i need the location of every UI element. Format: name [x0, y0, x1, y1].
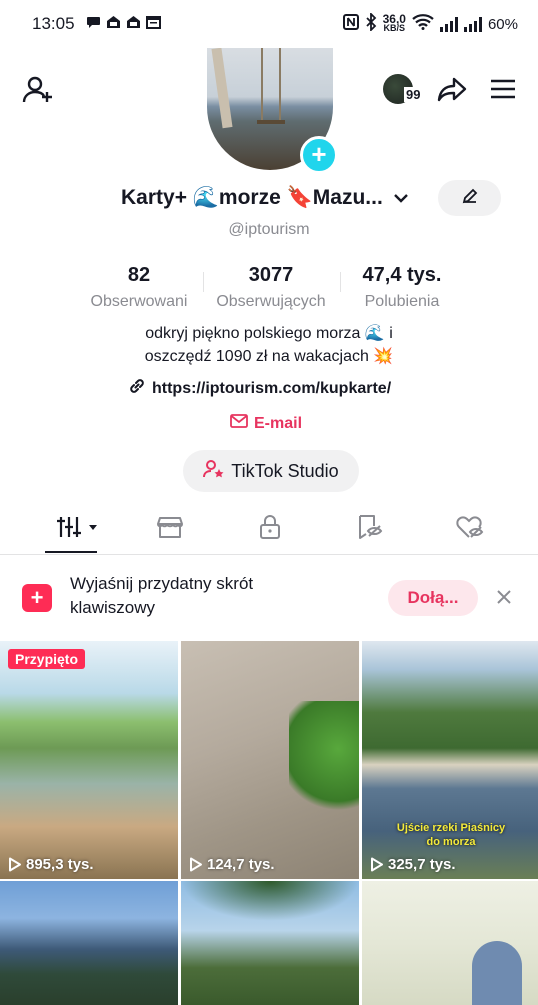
heart-eye-slash-icon [455, 514, 485, 545]
pencil-icon [461, 187, 479, 210]
close-icon[interactable] [493, 586, 515, 608]
add-avatar-plus-icon[interactable]: + [300, 136, 338, 174]
nfc-icon [342, 14, 359, 34]
pinned-badge: Przypięto [8, 649, 86, 669]
chat-bubble-icon [86, 15, 101, 29]
stat-likes-label: Polubienia [364, 293, 440, 310]
shop-icon [156, 514, 184, 545]
video-caption: Ujście rzeki Piaśnicy do morza [362, 821, 538, 849]
eye-slash-bookmark-icon [356, 514, 384, 545]
profile-name-text: Karty+ 🌊morze 🔖Mazu... [121, 186, 383, 209]
net-speed-unit: KB/S [383, 23, 406, 33]
video-thumbnail[interactable] [362, 881, 538, 1005]
liked-tab[interactable] [440, 510, 500, 548]
shop-tab[interactable] [140, 510, 200, 548]
play-icon [190, 857, 202, 872]
network-speed: 36,0 KB/S [383, 13, 406, 33]
stat-followers-label: Obserwujących [216, 293, 326, 310]
active-tab-indicator [45, 551, 97, 553]
link-icon [128, 377, 146, 400]
signal-icon [439, 16, 458, 32]
battery-level: 60% [487, 15, 518, 33]
stat-followers[interactable]: 3077 Obserwujących [206, 264, 336, 311]
video-thumbnail[interactable]: Przypięto 895,3 tys. [0, 641, 178, 879]
video-thumbnail[interactable] [181, 881, 359, 1005]
add-friend-icon[interactable] [22, 74, 56, 108]
caption-line: do morza [426, 836, 476, 848]
status-bar: 13:05 36,0 KB/S 60% [0, 0, 538, 48]
videos-tab[interactable] [44, 510, 104, 548]
status-right: 36,0 KB/S 60% [342, 11, 518, 35]
status-time: 13:05 [32, 14, 75, 33]
link-text[interactable]: https://iptourism.com/kupkarte/ [152, 380, 391, 398]
profile-name[interactable]: Karty+ 🌊morze 🔖Mazu... [121, 186, 409, 210]
tiktok-studio-button[interactable]: TikTok Studio [183, 450, 359, 492]
add-shortcut-icon: + [22, 584, 52, 612]
profile-link[interactable]: https://iptourism.com/kupkarte/ [128, 377, 391, 400]
video-thumbnail[interactable] [0, 881, 178, 1005]
view-count-text: 325,7 tys. [388, 856, 456, 873]
bio-line: oszczędź 1090 zł na wakacjach 💥 [144, 348, 394, 365]
stat-likes[interactable]: 47,4 tys. Polubienia [350, 264, 454, 311]
banner-text: Wyjaśnij przydatny skrót klawiszowy [70, 574, 254, 617]
stat-followers-value: 3077 [248, 264, 294, 286]
email-label: E-mail [254, 414, 303, 432]
chevron-down-icon[interactable] [393, 186, 409, 210]
studio-label: TikTok Studio [231, 460, 339, 481]
play-icon [9, 857, 21, 872]
stat-following-value: 82 [127, 264, 151, 286]
profile-bio: odkryj piękno polskiego morza 🌊 i oszczę… [0, 322, 538, 368]
video-thumbnail[interactable]: Ujście rzeki Piaśnicy do morza 325,7 tys. [362, 641, 538, 879]
person-star-icon [203, 459, 225, 484]
view-count: 895,3 tys. [8, 856, 94, 873]
stat-following-label: Obserwowani [90, 293, 188, 310]
mail-icon [230, 414, 248, 433]
lock-icon [258, 514, 282, 545]
stat-likes-value: 47,4 tys. [362, 264, 442, 286]
stat-divider [203, 272, 204, 292]
bio-line: odkryj piękno polskiego morza 🌊 i [145, 325, 393, 342]
view-count: 325,7 tys. [370, 856, 456, 873]
stat-divider [340, 272, 341, 292]
share-icon[interactable] [436, 74, 470, 108]
edit-profile-button[interactable] [438, 180, 501, 216]
bluetooth-icon [365, 11, 377, 35]
home-mail-icon [126, 15, 141, 29]
view-count: 124,7 tys. [189, 856, 275, 873]
wifi-icon [412, 14, 434, 34]
reposts-tab[interactable] [340, 510, 400, 548]
private-tab[interactable] [240, 510, 300, 548]
tabs-divider [0, 554, 538, 555]
calendar-icon [146, 15, 161, 29]
grid-filter-icon [49, 514, 99, 545]
notification-count: 99 [404, 87, 423, 102]
stat-following[interactable]: 82 Obserwowani [80, 264, 198, 311]
play-icon [371, 857, 383, 872]
menu-icon[interactable] [488, 74, 522, 108]
home-mail-icon [106, 15, 121, 29]
view-count-text: 895,3 tys. [26, 856, 94, 873]
video-thumbnail[interactable]: 124,7 tys. [181, 641, 359, 879]
join-button[interactable]: Dołą... [388, 580, 478, 616]
notification-icons [86, 15, 161, 29]
profile-handle: @iptourism [228, 221, 310, 238]
view-count-text: 124,7 tys. [207, 856, 275, 873]
email-button[interactable]: E-mail [230, 414, 302, 433]
caption-line: Ujście rzeki Piaśnicy [396, 822, 506, 834]
signal-icon [463, 16, 482, 32]
